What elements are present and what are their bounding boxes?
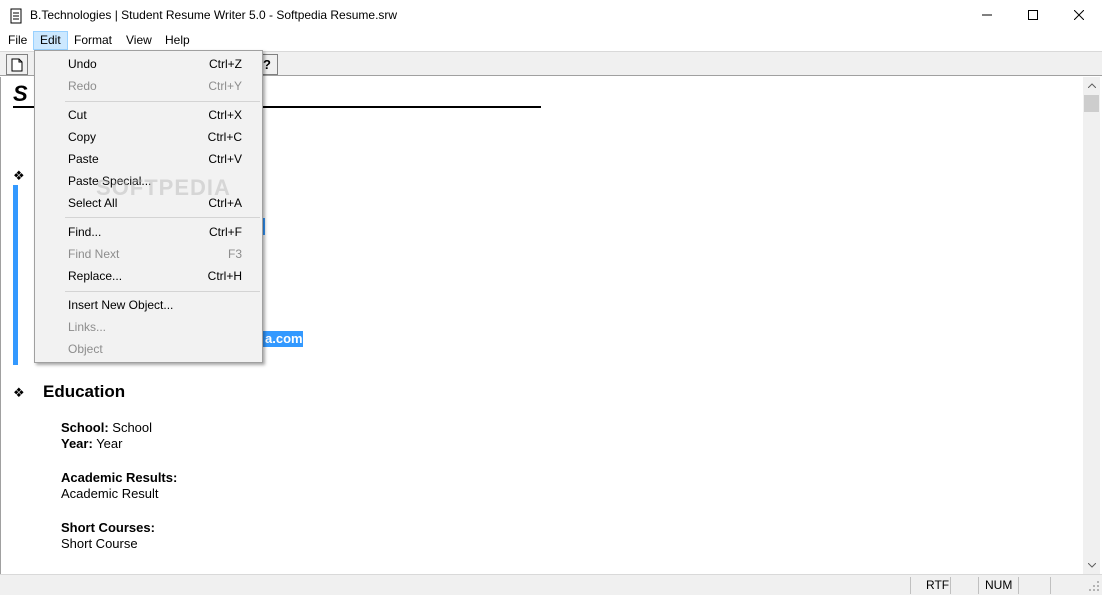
- academic-result-value: Academic Result: [61, 486, 159, 501]
- window-title: B.Technologies | Student Resume Writer 5…: [30, 8, 398, 22]
- menu-item-find[interactable]: Find... Ctrl+F: [35, 221, 262, 243]
- status-divider: [978, 577, 979, 594]
- menu-item-cut[interactable]: Cut Ctrl+X: [35, 104, 262, 126]
- close-button[interactable]: [1056, 0, 1102, 30]
- menu-item-redo[interactable]: Redo Ctrl+Y: [35, 75, 262, 97]
- edit-menu-dropdown: Undo Ctrl+Z Redo Ctrl+Y Cut Ctrl+X Copy …: [34, 50, 263, 363]
- menu-edit[interactable]: Edit: [33, 31, 68, 50]
- menu-help[interactable]: Help: [159, 31, 196, 50]
- section-bullet-icon: ❖: [13, 385, 25, 400]
- chevron-down-icon: [1087, 563, 1096, 568]
- menu-item-paste[interactable]: Paste Ctrl+V: [35, 148, 262, 170]
- scroll-down-button[interactable]: [1083, 557, 1100, 574]
- menu-format[interactable]: Format: [68, 31, 118, 50]
- status-divider: [1018, 577, 1019, 594]
- menu-item-shortcut: Ctrl+X: [208, 108, 242, 122]
- minimize-button[interactable]: [964, 0, 1010, 30]
- year-label: Year:: [61, 436, 93, 451]
- menu-item-label: Undo: [68, 57, 97, 71]
- school-line: School: School: [61, 420, 152, 435]
- menu-item-label: Find Next: [68, 247, 120, 261]
- minimize-icon: [982, 14, 992, 16]
- short-courses-label: Short Courses:: [61, 520, 155, 535]
- scroll-up-button[interactable]: [1083, 77, 1100, 94]
- menu-item-label: Links...: [68, 320, 107, 334]
- menu-file[interactable]: File: [2, 31, 33, 50]
- resume-title: S: [13, 81, 28, 106]
- menu-bar: File Edit Format View Help: [0, 30, 1102, 50]
- menu-item-shortcut: Ctrl+F: [209, 225, 242, 239]
- menu-item-shortcut: Ctrl+Z: [209, 57, 242, 71]
- menu-item-shortcut: Ctrl+C: [207, 130, 242, 144]
- selection-highlight: [13, 185, 18, 365]
- short-course-value: Short Course: [61, 536, 138, 551]
- section-bullet-icon: ❖: [13, 168, 25, 183]
- chevron-up-icon: [1087, 83, 1096, 88]
- menu-item-label: Redo: [68, 79, 97, 93]
- menu-item-links[interactable]: Links...: [35, 316, 262, 338]
- status-bar: RTF NUM: [0, 574, 1102, 595]
- menu-item-shortcut: Ctrl+V: [208, 152, 242, 166]
- menu-separator: [65, 291, 260, 292]
- school-label: School:: [61, 420, 109, 435]
- menu-item-copy[interactable]: Copy Ctrl+C: [35, 126, 262, 148]
- maximize-icon: [1028, 10, 1038, 20]
- school-value: School: [108, 420, 153, 435]
- help-icon: ?: [263, 57, 271, 72]
- vertical-scrollbar[interactable]: [1083, 77, 1100, 574]
- close-icon: [1074, 10, 1084, 20]
- document-app-icon: [10, 8, 22, 24]
- menu-item-label: Insert New Object...: [68, 298, 174, 312]
- menu-item-insert-new-object[interactable]: Insert New Object...: [35, 294, 262, 316]
- status-divider: [950, 577, 951, 594]
- title-bar: B.Technologies | Student Resume Writer 5…: [0, 0, 1102, 30]
- section-heading-education: Education: [43, 382, 126, 401]
- menu-item-object[interactable]: Object: [35, 338, 262, 360]
- menu-item-label: Copy: [68, 130, 97, 144]
- menu-item-find-next[interactable]: Find Next F3: [35, 243, 262, 265]
- menu-item-label: Cut: [68, 108, 87, 122]
- menu-separator: [65, 217, 260, 218]
- menu-separator: [65, 101, 260, 102]
- menu-item-label: Object: [68, 342, 103, 356]
- new-document-icon: [11, 58, 23, 71]
- scroll-thumb[interactable]: [1084, 95, 1099, 112]
- menu-item-shortcut: F3: [227, 247, 242, 261]
- year-line: Year: Year: [61, 436, 122, 451]
- softpedia-watermark: SOFTPEDIA: [96, 175, 231, 200]
- year-value: Year: [92, 436, 123, 451]
- menu-item-shortcut: Ctrl+Y: [208, 79, 242, 93]
- status-mode: RTF: [926, 578, 950, 592]
- menu-item-label: Find...: [68, 225, 102, 239]
- menu-item-label: Paste: [68, 152, 99, 166]
- status-divider: [910, 577, 911, 594]
- status-divider: [1050, 577, 1051, 594]
- menu-item-replace[interactable]: Replace... Ctrl+H: [35, 265, 262, 287]
- maximize-button[interactable]: [1010, 0, 1056, 30]
- new-document-button[interactable]: [6, 54, 28, 75]
- academic-results-label: Academic Results:: [61, 470, 178, 485]
- menu-item-shortcut: Ctrl+H: [207, 269, 242, 283]
- status-numlock: NUM: [985, 578, 1013, 592]
- menu-view[interactable]: View: [120, 31, 158, 50]
- selected-email-text: a.com: [263, 331, 303, 347]
- menu-item-label: Replace...: [68, 269, 123, 283]
- resize-grip-icon[interactable]: [1088, 580, 1100, 592]
- academic-results-line: Academic Results:: [61, 470, 177, 485]
- menu-item-undo[interactable]: Undo Ctrl+Z: [35, 53, 262, 75]
- short-courses-line: Short Courses:: [61, 520, 155, 535]
